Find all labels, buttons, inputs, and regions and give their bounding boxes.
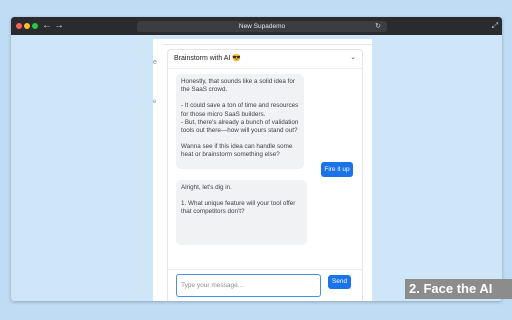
back-arrow-icon[interactable]: ← — [41, 20, 53, 32]
cropped-text-fragment: e — [153, 59, 157, 66]
maximize-window-button[interactable] — [32, 23, 38, 29]
divider — [162, 44, 372, 45]
ai-message: Honestly, that sounds like a solid idea … — [176, 74, 304, 169]
message-line: 1. What unique feature will your tool of… — [181, 200, 296, 216]
app-page: e e Brainstorm with AI 😎 ⌄ Honestly, tha… — [153, 39, 372, 301]
chevron-down-icon[interactable]: ⌄ — [350, 53, 356, 61]
message-line: Honestly, that sounds like a solid idea … — [181, 78, 295, 94]
cropped-text-fragment: e — [153, 99, 157, 105]
reload-icon[interactable]: ↻ — [375, 21, 381, 32]
forward-arrow-icon[interactable]: → — [53, 20, 65, 32]
chat-panel-title: Brainstorm with AI 😎 — [174, 55, 242, 62]
message-line: - But, there's already a bunch of valida… — [181, 118, 299, 135]
close-window-button[interactable] — [16, 23, 22, 29]
page-title: New Supademo — [238, 23, 286, 30]
chat-panel-header[interactable]: Brainstorm with AI 😎 ⌄ — [168, 50, 362, 69]
divider — [168, 269, 362, 270]
message-line: - It could save a ton of time and resour… — [181, 102, 299, 118]
message-input[interactable] — [176, 274, 321, 297]
address-bar[interactable]: New Supademo ↻ — [137, 21, 387, 32]
ai-message: Alright, let's dig in. 1. What unique fe… — [176, 180, 307, 245]
browser-titlebar: ← → New Supademo ↻ ⤢ — [11, 17, 502, 35]
send-button[interactable]: Send — [328, 275, 351, 289]
fullscreen-icon[interactable]: ⤢ — [489, 20, 501, 32]
step-banner: 2. Face the AI — [405, 279, 512, 299]
minimize-window-button[interactable] — [24, 23, 30, 29]
ai-chat-panel: Brainstorm with AI 😎 ⌄ Honestly, that so… — [167, 49, 363, 301]
user-message: Fire it up — [321, 162, 353, 177]
message-line: Wanna see if this idea can handle some h… — [181, 143, 293, 159]
browser-window: ← → New Supademo ↻ ⤢ e e Brainstorm with… — [11, 17, 502, 301]
message-line: Alright, let's dig in. — [181, 184, 232, 191]
